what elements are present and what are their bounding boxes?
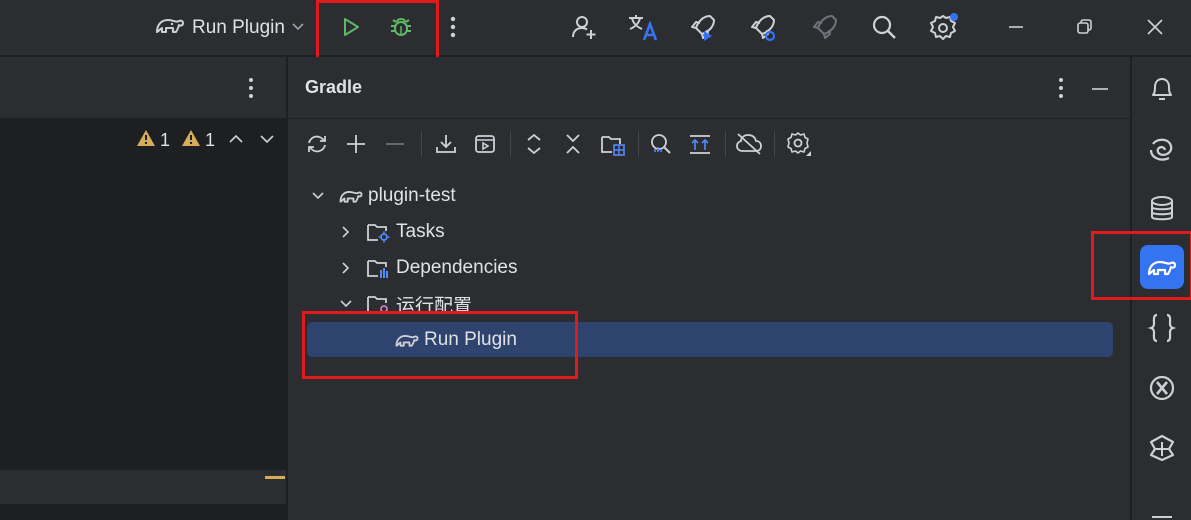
toolbar-separator — [421, 131, 422, 157]
toolbar-separator — [638, 131, 639, 157]
minimize-icon[interactable] — [999, 10, 1033, 44]
warning-indicator-2[interactable]: 1 — [181, 129, 215, 152]
warning-icon — [181, 129, 201, 152]
toolbar-separator — [774, 131, 775, 157]
chevron-down-icon[interactable] — [259, 132, 275, 151]
toggle-offline-icon[interactable] — [685, 129, 715, 159]
analyze-icon[interactable] — [646, 129, 676, 159]
add-user-icon[interactable] — [567, 10, 601, 44]
title-bar: Run Plugin — [0, 0, 1191, 69]
json-icon[interactable] — [1140, 306, 1184, 350]
run-configuration-selector[interactable]: Run Plugin — [154, 12, 305, 44]
plugin-x-icon[interactable] — [1140, 366, 1184, 410]
tree-item-tasks[interactable]: Tasks — [336, 216, 445, 248]
chevron-up-icon[interactable] — [228, 132, 244, 151]
gradle-elephant-icon — [338, 184, 364, 208]
rocket-disabled-icon[interactable] — [808, 10, 842, 44]
editor-area: 1 1 — [0, 57, 286, 520]
more-vertical-icon[interactable] — [1058, 77, 1064, 104]
translate-icon[interactable] — [626, 10, 660, 44]
tree-item-label: Tasks — [396, 221, 445, 242]
tree-item-label: plugin-test — [368, 185, 456, 206]
highlight-gradle-icon — [1091, 231, 1191, 300]
editor-header — [0, 57, 286, 119]
link-project-icon[interactable] — [598, 129, 628, 159]
warning-count: 1 — [205, 130, 216, 150]
ai-assistant-icon[interactable] — [1140, 127, 1184, 171]
rocket-gear-icon[interactable] — [746, 10, 780, 44]
editor-footer — [0, 470, 286, 504]
folder-gear-icon — [366, 220, 392, 244]
toolbar-separator — [510, 131, 511, 157]
run-task-icon[interactable] — [470, 129, 500, 159]
more-icon[interactable] — [1140, 485, 1184, 520]
collapse-all-icon[interactable] — [558, 129, 588, 159]
right-tool-strip — [1091, 57, 1191, 520]
divider — [288, 118, 1131, 119]
warning-indicator-1[interactable]: 1 — [136, 129, 170, 152]
folder-library-icon — [366, 256, 392, 280]
expand-all-icon[interactable] — [519, 129, 549, 159]
chevron-down-icon[interactable] — [308, 186, 328, 206]
restore-icon[interactable] — [1067, 10, 1101, 44]
settings-icon[interactable] — [927, 10, 961, 44]
database-icon[interactable] — [1140, 187, 1184, 231]
more-vertical-icon[interactable] — [436, 10, 470, 44]
chevron-down-icon — [291, 17, 305, 39]
gradle-tool-window: Gradle plugin-test Tasks Dependencies 运行… — [287, 57, 1131, 520]
warning-count: 1 — [160, 130, 171, 150]
reload-icon[interactable] — [302, 129, 332, 159]
search-icon[interactable] — [867, 10, 901, 44]
warning-icon — [136, 129, 156, 152]
tree-item-dependencies[interactable]: Dependencies — [336, 252, 517, 284]
more-vertical-icon[interactable] — [248, 77, 254, 104]
toolbar-separator — [725, 131, 726, 157]
run-configuration-label: Run Plugin — [192, 17, 285, 38]
scroll-marker — [265, 476, 285, 479]
notifications-icon[interactable] — [1140, 67, 1184, 111]
chevron-right-icon[interactable] — [336, 258, 356, 278]
offline-mode-icon[interactable] — [734, 129, 764, 159]
add-icon[interactable] — [341, 129, 371, 159]
tree-item-label: Dependencies — [396, 257, 518, 278]
remove-icon[interactable] — [380, 129, 410, 159]
hide-panel-icon[interactable] — [1090, 79, 1110, 104]
gradle-title: Gradle — [305, 77, 363, 97]
tree-item-root[interactable]: plugin-test — [308, 180, 456, 212]
gradle-settings-icon[interactable] — [784, 129, 814, 159]
highlight-run-plugin — [302, 311, 578, 379]
rocket-play-icon[interactable] — [686, 10, 720, 44]
devkit-icon[interactable] — [1140, 426, 1184, 470]
gradle-elephant-icon — [154, 13, 186, 43]
close-icon[interactable] — [1138, 10, 1172, 44]
download-icon[interactable] — [431, 129, 461, 159]
chevron-right-icon[interactable] — [336, 222, 356, 242]
